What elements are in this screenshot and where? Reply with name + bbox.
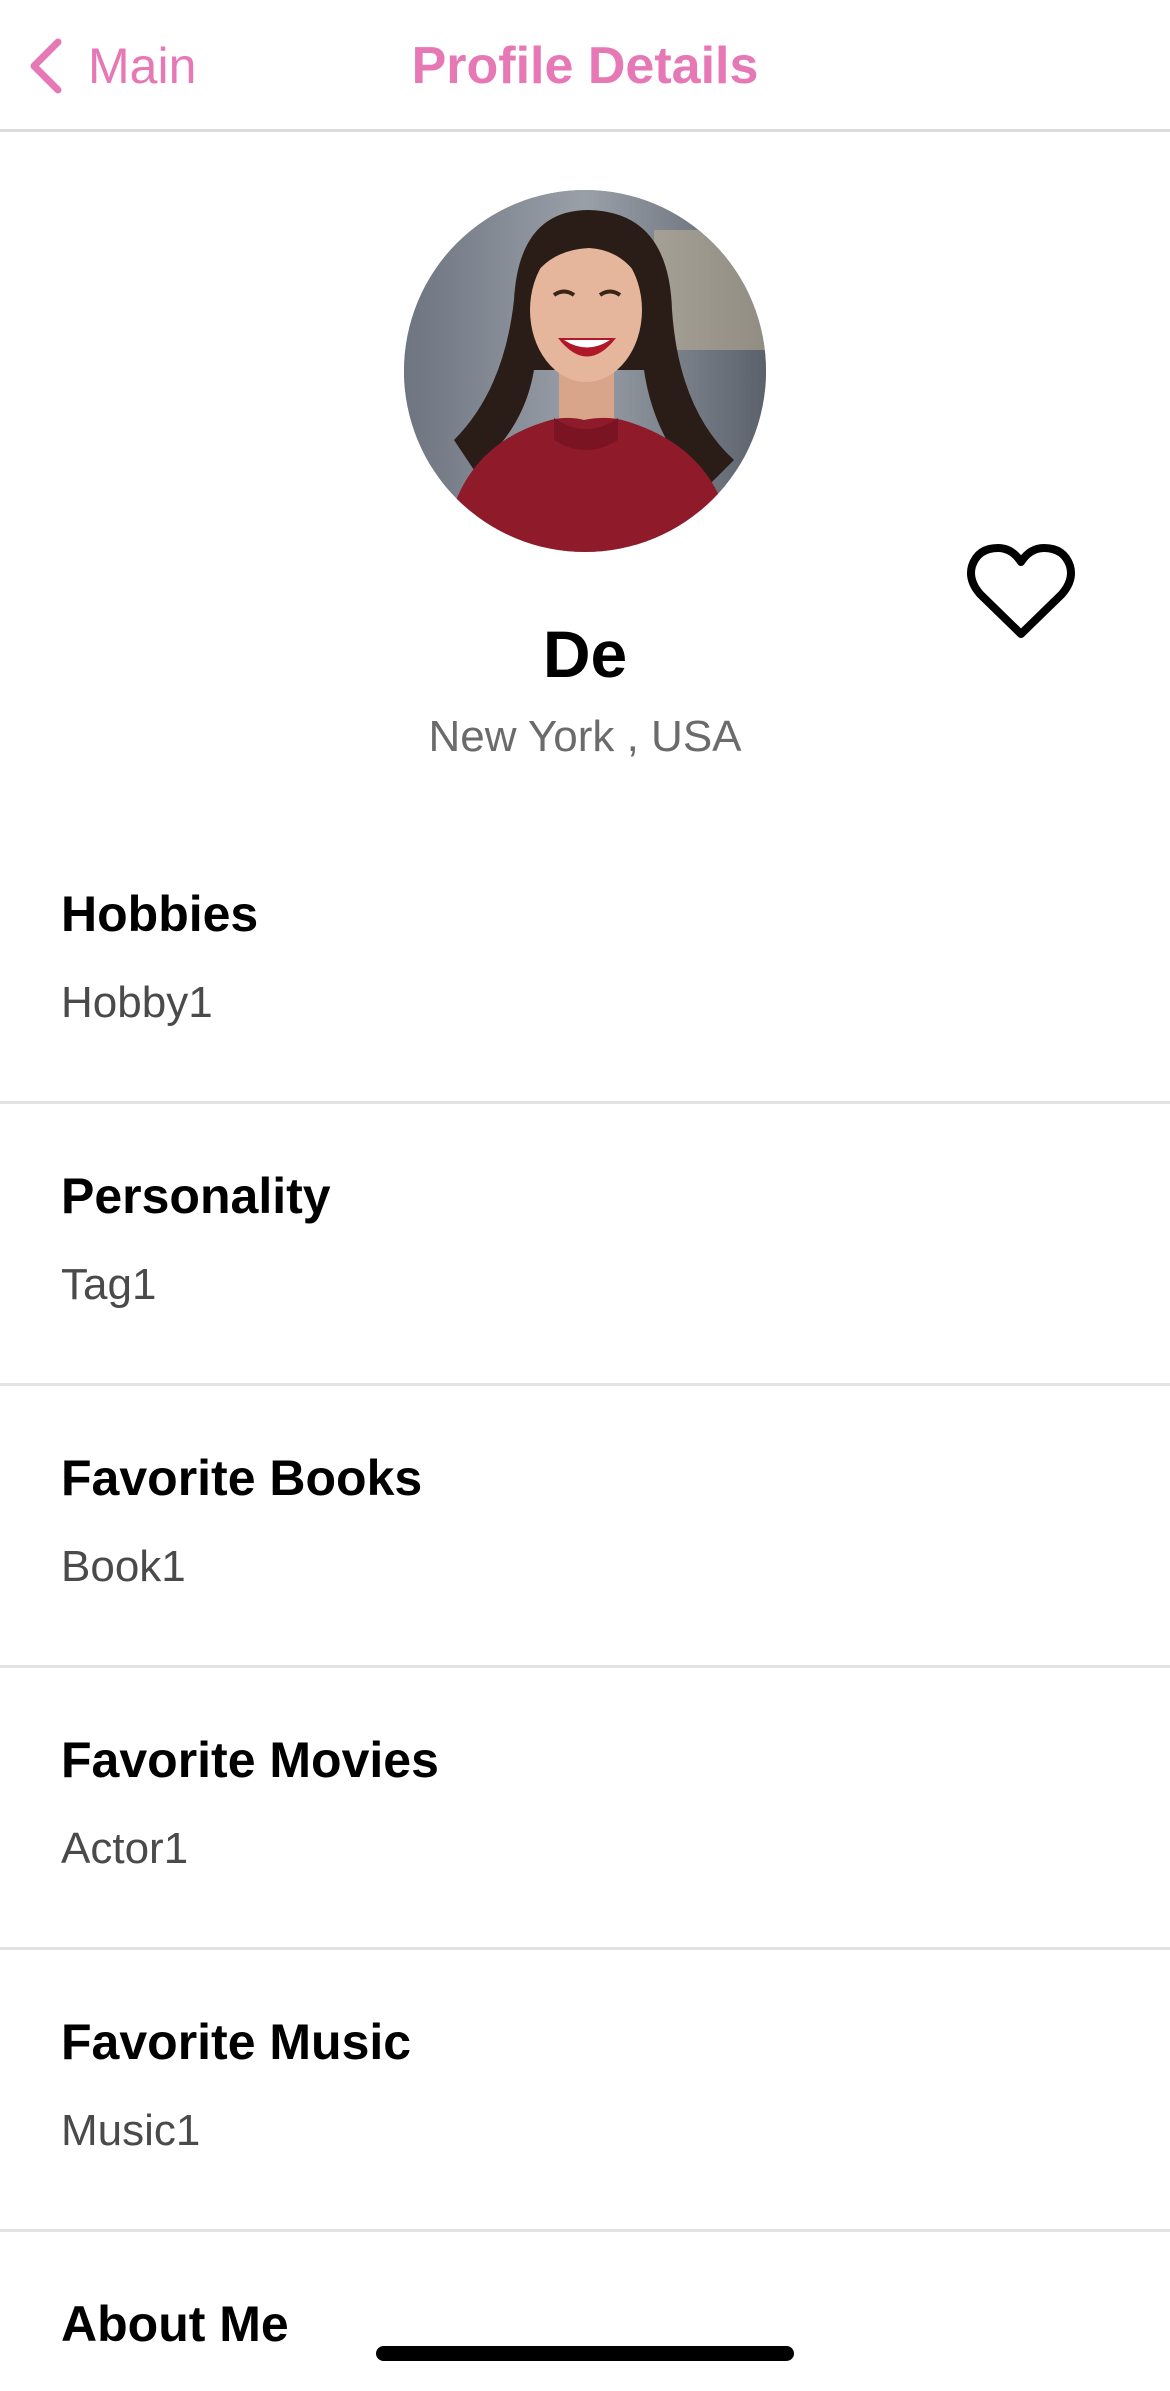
section-title: Hobbies: [61, 886, 259, 942]
section-title: About Me: [61, 2296, 289, 2352]
section-title: Favorite Movies: [61, 1732, 439, 1788]
section-value: Tag1: [61, 1260, 157, 1309]
section-value: Music1: [61, 2106, 201, 2155]
section-hobbies: Hobbies Hobby1: [0, 822, 1170, 1104]
profile-details-screen: Main Profile Details De New York , USA H…: [0, 0, 1170, 2391]
profile-location: New York , USA: [428, 712, 742, 761]
section-title: Favorite Music: [61, 2014, 412, 2070]
section-favorite-movies: Favorite Movies Actor1: [0, 1668, 1170, 1950]
profile-photo: [404, 190, 766, 552]
section-favorite-music: Favorite Music Music1: [0, 1950, 1170, 2232]
avatar: [404, 190, 766, 552]
navigation-bar: Main Profile Details: [0, 0, 1170, 132]
section-value: Book1: [61, 1542, 186, 1591]
section-personality: Personality Tag1: [0, 1104, 1170, 1386]
section-value: Hobby1: [61, 978, 213, 1027]
profile-name: De: [542, 617, 628, 691]
page-title: Profile Details: [411, 37, 759, 95]
section-about-me: About Me: [0, 2232, 1170, 2391]
section-favorite-books: Favorite Books Book1: [0, 1386, 1170, 1668]
section-value: Actor1: [61, 1824, 189, 1873]
section-title: Favorite Books: [61, 1450, 423, 1506]
home-indicator[interactable]: [376, 2346, 794, 2361]
section-title: Personality: [61, 1168, 331, 1224]
